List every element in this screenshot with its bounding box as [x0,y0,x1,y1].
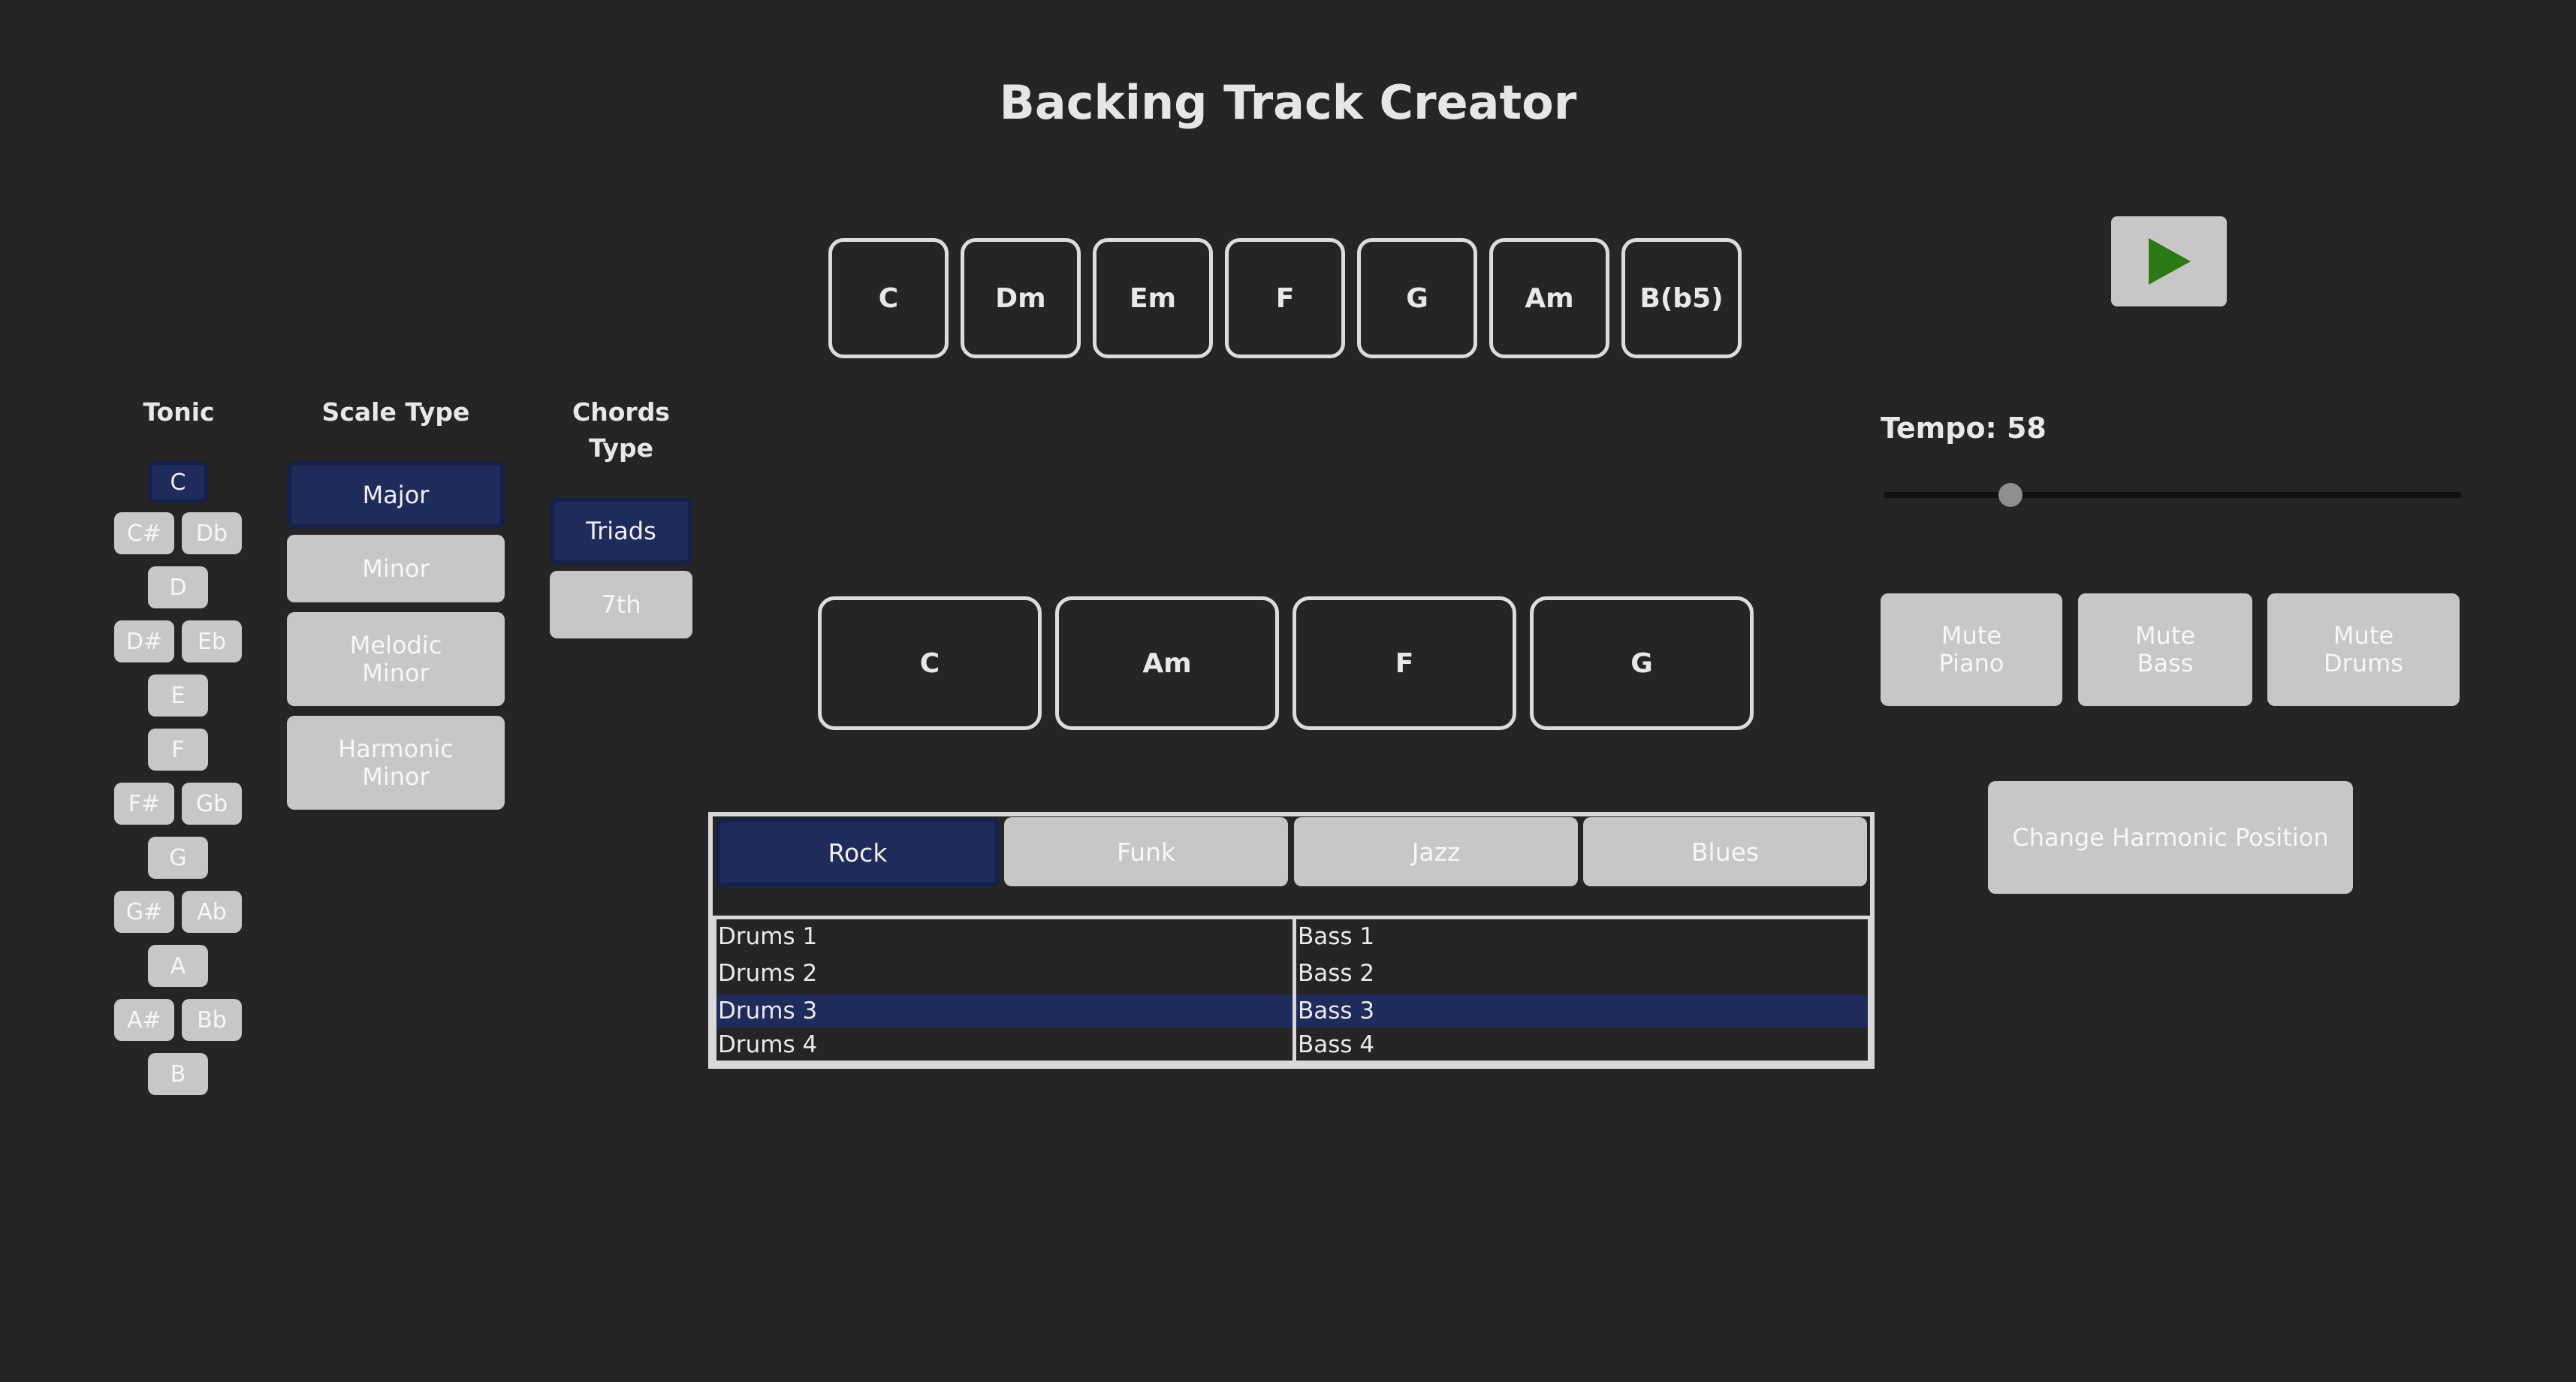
tempo-label: Tempo: 58 [1881,412,2047,445]
chord-palette-button[interactable]: Dm [961,238,1081,358]
tonic-button-g-sharp[interactable]: G# [114,891,174,933]
progression-slot[interactable]: Am [1055,596,1279,730]
tonic-button-f[interactable]: F [148,729,208,771]
tab-blues[interactable]: Blues [1583,817,1867,886]
list-item-bass-4[interactable]: Bass 4 [1296,1028,1868,1061]
tab-funk[interactable]: Funk [1004,817,1288,886]
chord-palette-button[interactable]: B(b5) [1621,238,1742,358]
chord-palette-button[interactable]: C [828,238,949,358]
play-button[interactable] [2111,216,2227,306]
play-icon [2149,238,2191,285]
tab-jazz[interactable]: Jazz [1294,817,1578,886]
chords-type-header: Chords Type [572,397,670,463]
list-item-bass-1[interactable]: Bass 1 [1296,920,1868,953]
tonic-button-c-sharp[interactable]: C# [114,512,174,554]
tonic-button-d-flat[interactable]: Db [182,512,242,554]
chords-7th-button[interactable]: 7th [550,571,692,638]
tonic-button-g-flat[interactable]: Gb [182,783,242,825]
chord-palette-button[interactable]: Em [1093,238,1213,358]
bass-pattern-list: Bass 1 Bass 2 Bass 3 Bass 4 [1293,919,1872,1064]
scale-melodic-minor-button[interactable]: Melodic Minor [287,612,505,706]
list-item-bass-3[interactable]: Bass 3 [1296,994,1868,1027]
tonic-button-a-flat[interactable]: Ab [182,891,242,933]
tonic-button-c[interactable]: C [148,461,208,503]
tonic-button-b[interactable]: B [148,1053,208,1095]
tonic-button-a[interactable]: A [148,945,208,987]
tempo-slider-track[interactable] [1884,492,2462,498]
mute-drums-button[interactable]: Mute Drums [2267,593,2460,706]
style-panel: Rock Funk Jazz Blues Drums 1 Drums 2 Dru… [708,812,1875,1069]
tonic-button-a-sharp[interactable]: A# [114,999,174,1041]
scale-harmonic-minor-button[interactable]: Harmonic Minor [287,716,505,810]
mute-bass-button[interactable]: Mute Bass [2078,593,2252,706]
scale-minor-button[interactable]: Minor [287,535,505,602]
tonic-button-b-flat[interactable]: Bb [182,999,242,1041]
progression-slot[interactable]: C [818,596,1042,730]
list-item-drums-2[interactable]: Drums 2 [716,957,1293,990]
tonic-button-d-sharp[interactable]: D# [114,620,174,662]
tonic-button-g[interactable]: G [148,837,208,879]
list-item-drums-1[interactable]: Drums 1 [716,920,1293,953]
scale-type-header: Scale Type [321,397,470,427]
tonic-header: Tonic [143,397,215,427]
list-item-drums-3[interactable]: Drums 3 [716,994,1293,1027]
chord-palette-button[interactable]: Am [1489,238,1609,358]
chords-triads-button[interactable]: Triads [550,497,692,565]
tonic-button-d[interactable]: D [148,566,208,608]
scale-major-button[interactable]: Major [287,461,505,529]
list-item-drums-4[interactable]: Drums 4 [716,1028,1293,1061]
tempo-slider-thumb[interactable] [1998,483,2023,507]
mute-piano-button[interactable]: Mute Piano [1881,593,2062,706]
drums-pattern-list: Drums 1 Drums 2 Drums 3 Drums 4 [713,919,1296,1064]
tab-rock[interactable]: Rock [716,818,1000,887]
chord-palette-button[interactable]: F [1225,238,1345,358]
tonic-button-e[interactable]: E [148,674,208,717]
progression-slot[interactable]: F [1293,596,1516,730]
tonic-button-f-sharp[interactable]: F# [114,783,174,825]
app-title: Backing Track Creator [999,75,1577,130]
chord-palette: C Dm Em F G Am B(b5) [828,238,1742,358]
progression-slot[interactable]: G [1530,596,1754,730]
tonic-button-e-flat[interactable]: Eb [182,620,242,662]
chord-palette-button[interactable]: G [1357,238,1477,358]
list-item-bass-2[interactable]: Bass 2 [1296,957,1868,990]
change-harmonic-position-button[interactable]: Change Harmonic Position [1988,781,2353,894]
